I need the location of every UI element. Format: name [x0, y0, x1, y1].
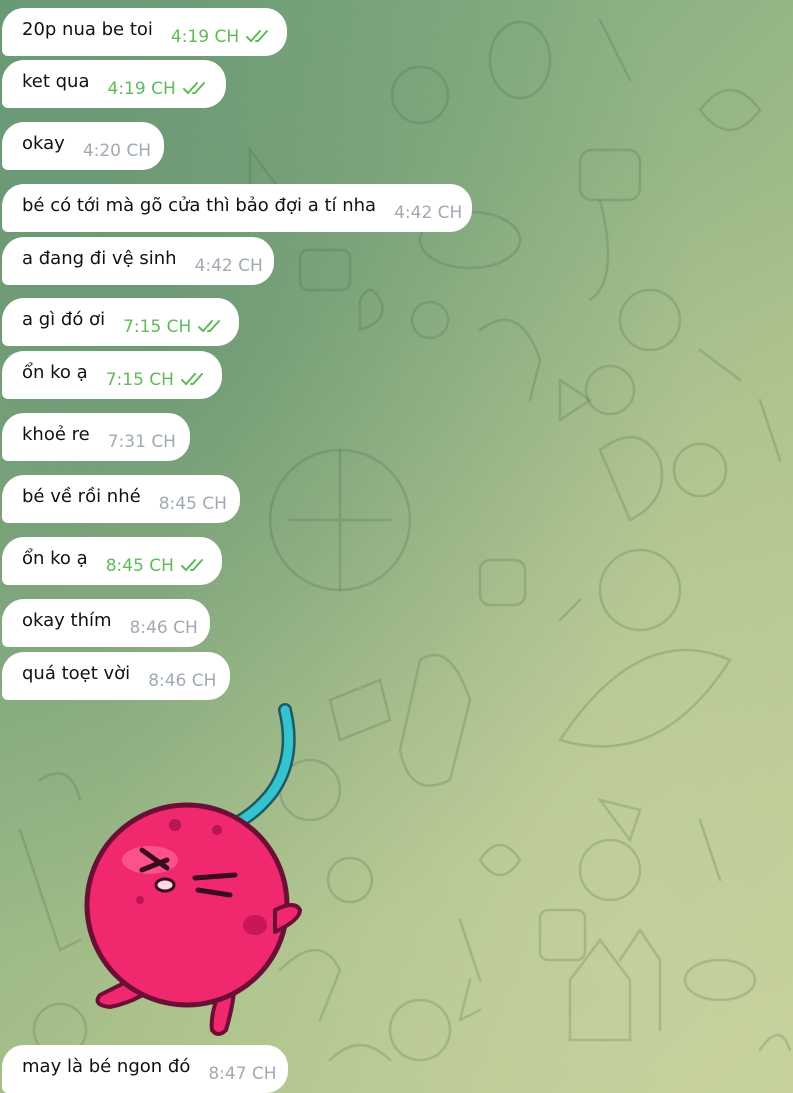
message-time: 8:45 CH: [105, 556, 174, 576]
double-check-icon: [180, 559, 203, 572]
message-bubble[interactable]: bé có tới mà gõ cửa thì bảo đợi a tí nha…: [2, 184, 472, 232]
message-time: 4:42 CH: [194, 256, 263, 276]
message-bubble[interactable]: 20p nua be toi 4:19 CH: [2, 8, 287, 56]
message-text: may là bé ngon đó: [22, 1055, 191, 1077]
chat-view: 20p nua be toi 4:19 CH ket qua 4:19 CH o…: [0, 0, 793, 1093]
message-time: 8:46 CH: [148, 671, 217, 691]
message-text: a đang đi vệ sinh: [22, 247, 177, 269]
message-text: a gì đó ơi: [22, 308, 106, 330]
message-bubble[interactable]: quá toẹt vời 8:46 CH: [2, 652, 230, 700]
message-time: 7:15 CH: [105, 370, 174, 390]
message-time: 8:47 CH: [208, 1064, 277, 1084]
message-time: 4:19 CH: [170, 27, 240, 47]
message-text: ổn ko ạ: [22, 361, 88, 383]
message-time: 7:15 CH: [123, 317, 192, 337]
message-bubble[interactable]: ket qua 4:19 CH: [2, 60, 226, 108]
message-text: ổn ko ạ: [22, 547, 88, 569]
message-bubble[interactable]: bé về rồi nhé 8:45 CH: [2, 475, 240, 523]
message-time: 8:46 CH: [129, 618, 198, 638]
message-text: ket qua: [22, 70, 90, 92]
message-text: quá toẹt vời: [22, 662, 131, 684]
message-text: okay thím: [22, 609, 112, 631]
message-time: 4:19 CH: [107, 79, 176, 99]
message-text: bé về rồi nhé: [22, 485, 141, 507]
message-time: 8:45 CH: [158, 494, 227, 514]
message-time: 4:42 CH: [394, 203, 463, 223]
message-text: khoẻ re: [22, 423, 90, 445]
message-bubble[interactable]: okay thím 8:46 CH: [2, 599, 210, 647]
double-check-icon: [198, 320, 221, 333]
message-bubble[interactable]: khoẻ re 7:31 CH: [2, 413, 190, 461]
message-bubble[interactable]: ổn ko ạ 7:15 CH: [2, 351, 222, 399]
message-text: okay: [22, 132, 65, 154]
message-text: bé có tới mà gõ cửa thì bảo đợi a tí nha: [22, 194, 377, 216]
double-check-icon: [180, 373, 203, 386]
message-time: 7:31 CH: [107, 432, 176, 452]
double-check-icon: [182, 82, 205, 95]
message-bubble[interactable]: okay 4:20 CH: [2, 122, 164, 170]
double-check-icon: [246, 30, 269, 43]
message-bubble[interactable]: may là bé ngon đó 8:47 CH: [2, 1045, 288, 1093]
message-bubble[interactable]: a đang đi vệ sinh 4:42 CH: [2, 237, 274, 285]
cherry-sticker[interactable]: [80, 700, 310, 1045]
message-bubble[interactable]: ổn ko ạ 8:45 CH: [2, 537, 222, 585]
message-bubble[interactable]: a gì đó ơi 7:15 CH: [2, 298, 239, 346]
message-time: 4:20 CH: [82, 141, 152, 161]
message-text: 20p nua be toi: [22, 18, 153, 40]
